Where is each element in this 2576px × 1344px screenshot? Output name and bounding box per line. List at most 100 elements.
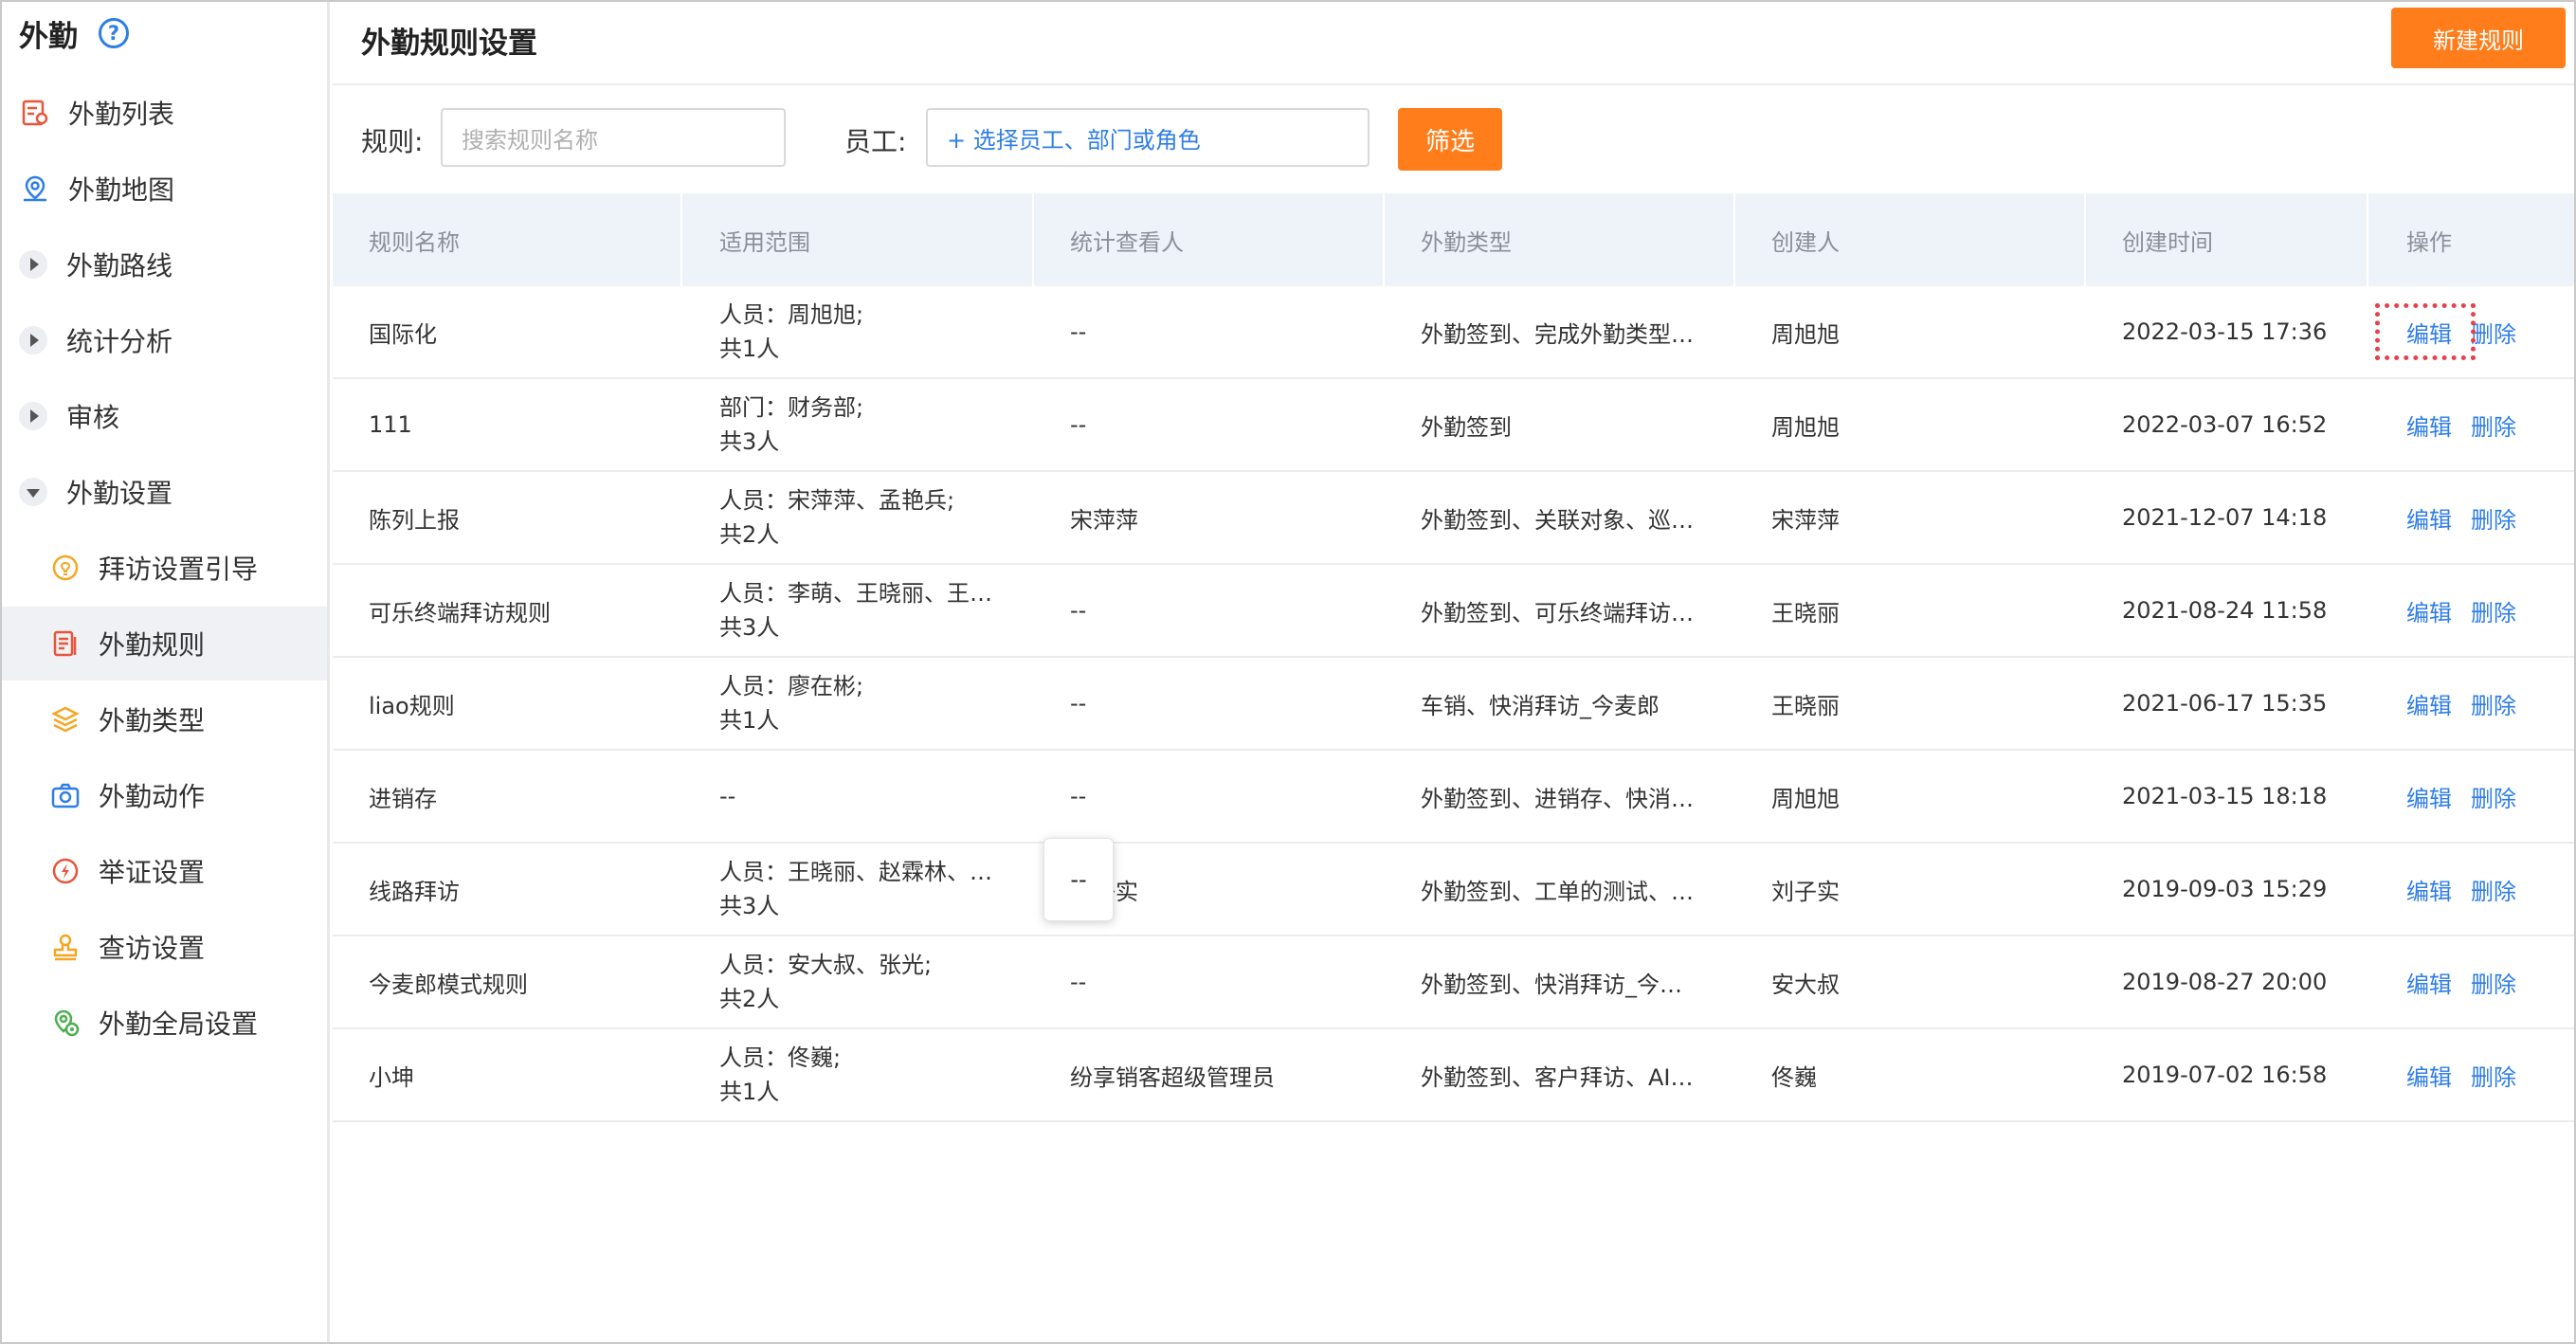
sidebar-item-field-types[interactable]: 外勤类型 (2, 682, 327, 756)
rule-name-cell: 111 (369, 411, 412, 438)
sidebar-item-inspection-settings[interactable]: 查访设置 (2, 910, 327, 984)
help-icon[interactable]: ? (99, 18, 129, 48)
table-row: 进销存 -- -- 外勤签到、进销存、快消… 周旭旭 2021-03-15 18:18 编辑… (333, 751, 2574, 844)
delete-link[interactable]: 删除 (2471, 658, 2516, 749)
sidebar-item-statistics[interactable]: 统计分析 (2, 303, 327, 377)
rule-name-cell: 线路拜访 (369, 878, 460, 905)
delete-link[interactable]: 删除 (2471, 565, 2516, 656)
viewer-cell: 纷享销客超级管理员 (1070, 1063, 1275, 1091)
table-header: 规则名称 适用范围 统计查看人 外勤类型 创建人 创建时间 操作 (333, 193, 2574, 286)
layers-icon (49, 703, 82, 736)
field-type-cell: 外勤签到、关联对象、巡… (1421, 506, 1694, 534)
delete-link[interactable]: 删除 (2471, 751, 2516, 842)
creator-cell: 周旭旭 (1771, 413, 1840, 441)
field-type-cell: 外勤签到、进销存、快消… (1421, 785, 1694, 812)
bulb-icon (49, 552, 82, 584)
delete-link[interactable]: 删除 (2471, 1029, 2516, 1120)
edit-link[interactable]: 编辑 (2406, 379, 2452, 470)
scope-cell: 人员：宋萍萍、孟艳兵; 共2人 (719, 472, 1023, 563)
document-icon (49, 627, 82, 660)
scope-count: 共1人 (719, 336, 780, 362)
table-row: 可乐终端拜访规则 人员：李萌、王晓丽、王… 共3人 -- 外勤签到、可乐终端拜访… 王晓丽… (333, 565, 2574, 658)
cell-tooltip: -- (1043, 838, 1114, 921)
table-row: 陈列上报 人员：宋萍萍、孟艳兵; 共2人 宋萍萍 外勤签到、关联对象、巡… 宋萍萍 2021… (333, 472, 2574, 565)
delete-link[interactable]: 删除 (2471, 379, 2516, 470)
viewer-cell: -- (1070, 690, 1087, 717)
edit-link[interactable]: 编辑 (2406, 472, 2452, 563)
edit-link[interactable]: 编辑 (2406, 1029, 2452, 1120)
column-separator (1032, 193, 1034, 286)
field-type-cell: 外勤签到、完成外勤类型… (1421, 320, 1694, 348)
sidebar-item-field-rules[interactable]: 外勤规则 (2, 607, 327, 681)
scope-count: 共2人 (719, 986, 780, 1012)
sidebar-item-field-actions[interactable]: 外勤动作 (2, 758, 327, 832)
table-row: liao规则 人员：廖在彬; 共1人 -- 车销、快消拜访_今麦郎 王晓丽 2021-06-… (333, 658, 2574, 751)
column-separator (1383, 193, 1385, 286)
filter-button[interactable]: 筛选 (1398, 108, 1502, 171)
sidebar-header: 外勤 ? (2, 2, 327, 64)
rules-table: 规则名称 适用范围 统计查看人 外勤类型 创建人 创建时间 操作 国际化 人员：周… (333, 193, 2574, 1122)
viewer-cell: -- (1070, 411, 1087, 438)
column-header-created-time: 创建时间 (2122, 228, 2213, 256)
created-time-cell: 2019-07-02 16:58 (2122, 1062, 2328, 1088)
column-header-creator: 创建人 (1771, 228, 1840, 256)
header-divider (333, 83, 2574, 85)
delete-link[interactable]: 删除 (2471, 286, 2516, 377)
rule-name-cell: 可乐终端拜访规则 (369, 599, 551, 627)
field-type-cell: 车销、快消拜访_今麦郎 (1421, 692, 1660, 719)
map-pin-icon (19, 173, 51, 205)
creator-cell: 刘子实 (1771, 878, 1840, 905)
column-separator (680, 193, 682, 286)
edit-link[interactable]: 编辑 (2406, 565, 2452, 656)
column-header-scope: 适用范围 (719, 228, 810, 256)
viewer-cell: -- (1070, 783, 1087, 809)
rule-search-input[interactable]: 搜索规则名称 (441, 108, 786, 167)
table-row: 线路拜访 人员：王晓丽、赵霖林、… 共3人 刘子实 外勤签到、工单的测试、… 刘子实 201… (333, 844, 2574, 936)
edit-link[interactable]: 编辑 (2406, 936, 2452, 1027)
scope-cell: 人员：周旭旭; 共1人 (719, 286, 1023, 377)
sidebar-item-review[interactable]: 审核 (2, 379, 327, 453)
sidebar-title: 外勤 (19, 19, 78, 54)
sidebar-item-field-map[interactable]: 外勤地图 (2, 152, 327, 226)
sidebar-item-evidence-settings[interactable]: 举证设置 (2, 834, 327, 908)
scope-members: 人员：李萌、王晓丽、王… (719, 580, 992, 607)
rule-name-cell: 小坤 (369, 1063, 414, 1091)
scope-cell: -- (719, 783, 736, 809)
viewer-cell: -- (1070, 597, 1087, 624)
rule-name-cell: 今麦郎模式规则 (369, 971, 528, 998)
edit-link[interactable]: 编辑 (2406, 658, 2452, 749)
employee-picker-input[interactable]: + 选择员工、部门或角色 (926, 108, 1370, 167)
sidebar-item-label: 外勤路线 (66, 250, 173, 282)
delete-link[interactable]: 删除 (2471, 472, 2516, 563)
sidebar-item-field-settings[interactable]: 外勤设置 (2, 455, 327, 529)
sidebar-item-visit-guide[interactable]: 拜访设置引导 (2, 531, 327, 605)
sidebar-item-label: 举证设置 (99, 857, 206, 888)
edit-link[interactable]: 编辑 (2406, 844, 2452, 935)
column-header-actions: 操作 (2406, 228, 2452, 256)
rule-name-cell: liao规则 (369, 692, 455, 719)
sidebar-item-label: 外勤地图 (68, 174, 175, 206)
sidebar-item-label: 审核 (66, 402, 120, 433)
scope-members: 人员：安大叔、张光; (719, 952, 933, 978)
new-rule-button[interactable]: 新建规则 (2391, 8, 2566, 68)
scope-count: 共1人 (719, 1079, 780, 1105)
sidebar-item-field-route[interactable]: 外勤路线 (2, 227, 327, 301)
sidebar-item-global-settings[interactable]: 外勤全局设置 (2, 986, 327, 1060)
creator-cell: 佟巍 (1771, 1063, 1817, 1091)
table-body: 国际化 人员：周旭旭; 共1人 -- 外勤签到、完成外勤类型… 周旭旭 2022-03-15… (333, 286, 2574, 1122)
creator-cell: 周旭旭 (1771, 785, 1840, 812)
scope-count: 共1人 (719, 707, 780, 734)
column-separator (2367, 193, 2368, 286)
scope-members: 部门：财务部; (719, 394, 864, 421)
expand-right-icon (19, 250, 47, 279)
global-settings-icon (49, 1007, 82, 1039)
table-row: 小坤 人员：佟巍; 共1人 纷享销客超级管理员 外勤签到、客户拜访、AI… 佟巍 2019-… (333, 1029, 2574, 1122)
sidebar: 外勤 ? 外勤列表 外勤地图 外勤路线 统计分析 审核 外勤设置 拜访设置引导 … (2, 2, 330, 1342)
delete-link[interactable]: 删除 (2471, 936, 2516, 1027)
table-row: 今麦郎模式规则 人员：安大叔、张光; 共2人 -- 外勤签到、快消拜访_今… 安大叔 201… (333, 936, 2574, 1029)
delete-link[interactable]: 删除 (2471, 844, 2516, 935)
edit-link[interactable]: 编辑 (2406, 751, 2452, 842)
scope-count: 共3人 (719, 893, 780, 919)
scope-count: 共3人 (719, 614, 780, 641)
sidebar-item-field-list[interactable]: 外勤列表 (2, 76, 327, 150)
